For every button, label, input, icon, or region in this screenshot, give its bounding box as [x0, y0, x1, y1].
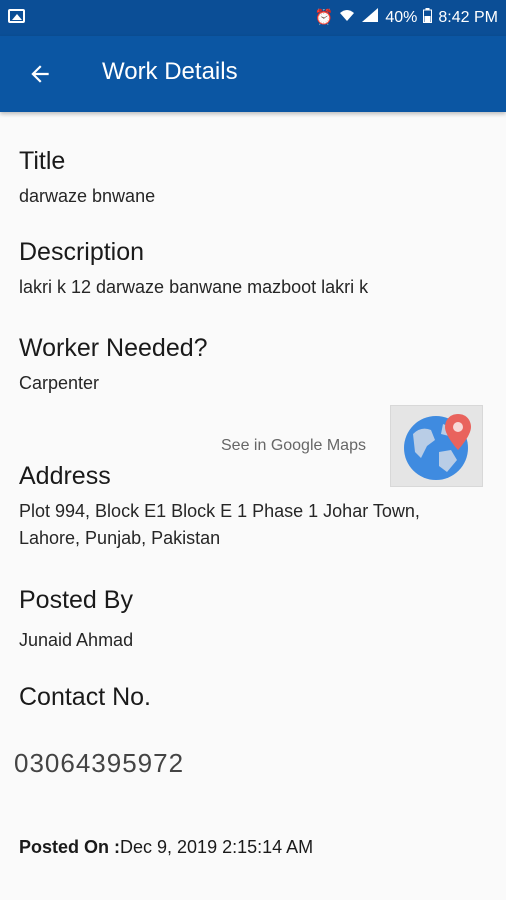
worker-needed-label: Worker Needed? [19, 334, 208, 362]
signal-icon [361, 7, 379, 29]
posted-on: Posted On :Dec 9, 2019 2:15:14 AM [19, 837, 313, 858]
contact-number[interactable]: 03064395972 [14, 748, 184, 779]
arrow-back-icon [31, 65, 49, 83]
contact-label: Contact No. [19, 683, 152, 711]
title-value: darwaze bnwane [19, 186, 156, 206]
alarm-icon: ⏰ [314, 9, 334, 26]
description-value: lakri k 12 darwaze banwane mazboot lakri… [19, 277, 369, 297]
title-label: Title [19, 147, 66, 175]
posted-by-label: Posted By [19, 586, 133, 614]
worker-needed-value: Carpenter [19, 373, 100, 393]
wifi-icon [339, 8, 355, 28]
address-label: Address [19, 462, 111, 490]
posted-by-value: Junaid Ahmad [19, 630, 134, 650]
address-value-line2: Lahore, Punjab, Pakistan [19, 528, 221, 548]
app-bar: Work Details [0, 36, 506, 112]
posted-on-label: Posted On : [19, 837, 121, 857]
image-icon [8, 9, 25, 23]
posted-on-value: Dec 9, 2019 2:15:14 AM [120, 837, 314, 857]
back-button[interactable] [22, 56, 58, 92]
battery-percent: 40% [385, 9, 418, 26]
description-label: Description [19, 238, 145, 266]
status-icons: ⏰ 40% 8:42 PM [315, 7, 498, 29]
battery-icon [423, 7, 433, 29]
address-value-line1: Plot 994, Block E1 Block E 1 Phase 1 Joh… [19, 501, 420, 521]
globe-location-icon [404, 414, 471, 480]
clock: 8:42 PM [438, 9, 498, 26]
see-in-google-maps-link[interactable]: See in Google Maps [221, 437, 366, 455]
google-maps-button[interactable] [390, 405, 483, 487]
page-title: Work Details [102, 58, 238, 85]
status-bar: ⏰ 40% 8:42 PM [0, 0, 506, 36]
